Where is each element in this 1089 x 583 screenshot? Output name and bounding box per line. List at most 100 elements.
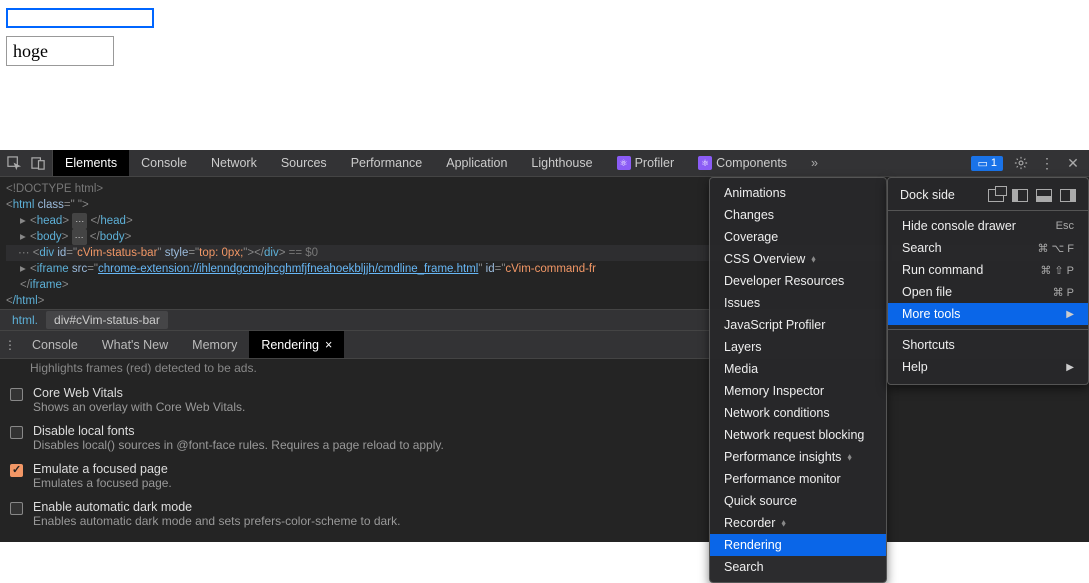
- page-input-focused[interactable]: [6, 8, 154, 28]
- option-emulate-focused-page: Emulate a focused pageEmulates a focused…: [10, 457, 1079, 495]
- crumb-selected[interactable]: div#cVim-status-bar: [46, 311, 168, 329]
- menu-more-tools[interactable]: More tools▶: [888, 303, 1088, 325]
- submenu-item-developer-resources[interactable]: Developer Resources: [710, 270, 886, 292]
- drawer-tab-console[interactable]: Console: [20, 331, 90, 358]
- option-title: Enable automatic dark mode: [33, 500, 401, 514]
- iframe-src-val: chrome-extension://ihlenndgcmojhcghmfjfn…: [98, 263, 478, 275]
- page-input-hoge[interactable]: [6, 36, 114, 66]
- experimental-icon: ⬧: [847, 452, 852, 463]
- react-icon: ⚛: [617, 156, 631, 170]
- option-desc: Shows an overlay with Core Web Vitals.: [33, 400, 245, 414]
- issues-icon: ▭: [977, 157, 987, 170]
- eq: =": [64, 199, 75, 211]
- submenu-item-rendering[interactable]: Rendering: [710, 534, 886, 556]
- attr-id2: id: [482, 263, 494, 275]
- tab-sources[interactable]: Sources: [269, 150, 339, 176]
- dock-right-icon[interactable]: [1060, 189, 1076, 202]
- dock-left-icon[interactable]: [1012, 189, 1028, 202]
- settings-gear-icon[interactable]: [1013, 155, 1029, 171]
- submenu-item-issues[interactable]: Issues: [710, 292, 886, 314]
- device-toolbar-icon[interactable]: [30, 155, 46, 171]
- menu-label: Run command: [902, 263, 983, 277]
- tab-elements[interactable]: Elements: [53, 150, 129, 176]
- tab-lighthouse[interactable]: Lighthouse: [519, 150, 604, 176]
- closeq: ">: [78, 199, 89, 211]
- collapsed-icon[interactable]: ⋯: [72, 213, 87, 229]
- submenu-item-coverage[interactable]: Coverage: [710, 226, 886, 248]
- close-tab-icon[interactable]: ×: [325, 338, 332, 352]
- menu-label: Open file: [902, 285, 952, 299]
- more-menu-icon[interactable]: ⋮: [1039, 155, 1055, 171]
- tab-network[interactable]: Network: [199, 150, 269, 176]
- tab-components[interactable]: ⚛Components: [686, 150, 799, 176]
- inspect-element-icon[interactable]: [6, 155, 22, 171]
- attr-id: id: [54, 247, 66, 259]
- dock-bottom-icon[interactable]: [1036, 189, 1052, 202]
- drawer-tab-rendering[interactable]: Rendering×: [249, 331, 344, 358]
- page-viewport: [0, 0, 1089, 150]
- close-devtools-icon[interactable]: ✕: [1065, 155, 1081, 171]
- menu-shortcut: Esc: [1056, 220, 1074, 232]
- submenu-item-memory-inspector[interactable]: Memory Inspector: [710, 380, 886, 402]
- menu-hide-drawer[interactable]: Hide console drawerEsc: [888, 215, 1088, 237]
- tag-div-c: div: [264, 247, 279, 259]
- expand-icon[interactable]: ▸: [20, 261, 30, 277]
- tab-bar-right: ▭1 ⋮ ✕: [963, 150, 1089, 176]
- drawer-more-icon[interactable]: ⋮: [0, 331, 20, 358]
- menu-help[interactable]: Help▶: [888, 356, 1088, 378]
- menu-shortcuts[interactable]: Shortcuts: [888, 334, 1088, 356]
- submenu-item-performance-insights[interactable]: Performance insights⬧: [710, 446, 886, 468]
- option-title: Core Web Vitals: [33, 386, 245, 400]
- option-core-web-vitals: Core Web VitalsShows an overlay with Cor…: [10, 381, 1079, 419]
- option-desc: Disables local() sources in @font-face r…: [33, 438, 444, 452]
- dock-side-label: Dock side: [900, 188, 955, 202]
- checkbox-disable-local-fonts[interactable]: [10, 426, 23, 439]
- expand-icon[interactable]: ▸: [20, 213, 30, 229]
- submenu-item-animations[interactable]: Animations: [710, 182, 886, 204]
- drawer-tab-memory[interactable]: Memory: [180, 331, 249, 358]
- submenu-item-network-conditions[interactable]: Network conditions: [710, 402, 886, 424]
- drawer-tab-whatsnew[interactable]: What's New: [90, 331, 180, 358]
- attr-src: src: [69, 263, 88, 275]
- issues-badge[interactable]: ▭1: [971, 156, 1003, 171]
- submenu-item-layers[interactable]: Layers: [710, 336, 886, 358]
- attr-class: class: [34, 199, 63, 211]
- tab-overflow[interactable]: »: [799, 150, 830, 176]
- selected-indicator: == $0: [285, 247, 318, 259]
- submenu-arrow-icon: ▶: [1066, 309, 1074, 320]
- dock-popout-icon[interactable]: [988, 189, 1004, 202]
- checkbox-auto-dark-mode[interactable]: [10, 502, 23, 515]
- menu-separator: [888, 210, 1088, 211]
- iframe-id-val: cVim-command-fr: [505, 263, 596, 275]
- tag-iframe-c: iframe: [30, 279, 62, 291]
- tab-performance[interactable]: Performance: [339, 150, 435, 176]
- tag-head-c: head: [100, 215, 126, 227]
- checkbox-emulate-focused-page[interactable]: [10, 464, 23, 477]
- crumb-html[interactable]: html.: [4, 311, 46, 329]
- menu-search[interactable]: Search⌘ ⌥ F: [888, 237, 1088, 259]
- tab-console[interactable]: Console: [129, 150, 199, 176]
- submenu-item-css-overview[interactable]: CSS Overview⬧: [710, 248, 886, 270]
- submenu-item-media[interactable]: Media: [710, 358, 886, 380]
- expand-icon[interactable]: ▸: [20, 229, 30, 245]
- tab-application[interactable]: Application: [434, 150, 519, 176]
- tab-profiler[interactable]: ⚛Profiler: [605, 150, 687, 176]
- option-desc: Emulates a focused page.: [33, 476, 172, 490]
- submenu-item-javascript-profiler[interactable]: JavaScript Profiler: [710, 314, 886, 336]
- submenu-item-quick-source[interactable]: Quick source: [710, 490, 886, 512]
- submenu-item-changes[interactable]: Changes: [710, 204, 886, 226]
- submenu-item-search[interactable]: Search: [710, 556, 886, 578]
- submenu-item-network-request-blocking[interactable]: Network request blocking: [710, 424, 886, 446]
- tag-html-c: /html: [13, 295, 38, 307]
- submenu-item-performance-monitor[interactable]: Performance monitor: [710, 468, 886, 490]
- menu-open-file[interactable]: Open file⌘ P: [888, 281, 1088, 303]
- attr-style: style: [162, 247, 189, 259]
- checkbox-core-web-vitals[interactable]: [10, 388, 23, 401]
- menu-run-command[interactable]: Run command⌘ ⇧ P: [888, 259, 1088, 281]
- submenu-item-recorder[interactable]: Recorder⬧: [710, 512, 886, 534]
- tag-body: body: [37, 231, 62, 243]
- tab-bar-left: [0, 150, 53, 176]
- tab-components-label: Components: [716, 156, 787, 170]
- devtools-tabs: Elements Console Network Sources Perform…: [53, 150, 963, 176]
- collapsed-icon[interactable]: ⋯: [72, 229, 87, 245]
